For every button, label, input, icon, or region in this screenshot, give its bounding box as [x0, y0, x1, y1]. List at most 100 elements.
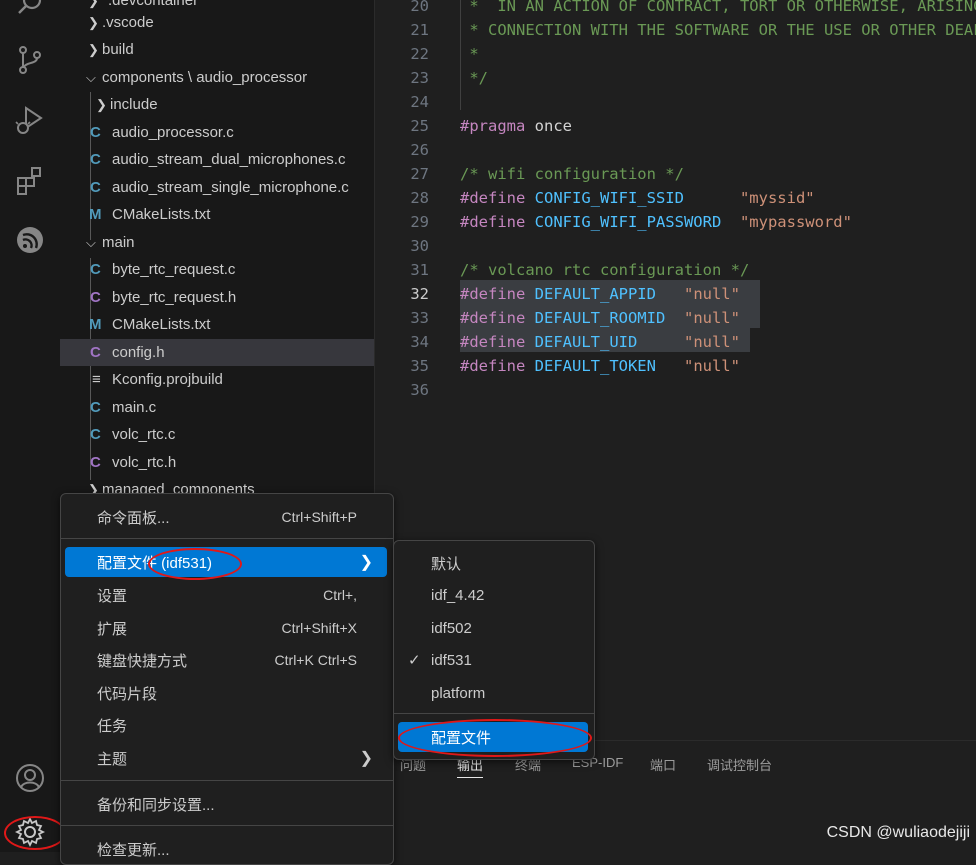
- chevron-down-icon: ⌵: [86, 69, 96, 85]
- code-keyword: #define: [460, 285, 526, 303]
- code-line: 34 #define DEFAULT_UID "null": [375, 330, 976, 354]
- menu-item-label: 命令面板...: [97, 509, 170, 527]
- menu-item-check-updates[interactable]: 检查更新...: [65, 834, 387, 864]
- tree-file[interactable]: Cvolc_rtc.c: [60, 421, 374, 448]
- code-text: once: [525, 117, 572, 135]
- menu-item-label: 主题: [97, 750, 128, 768]
- code-identifier: DEFAULT_ROOMID: [525, 309, 666, 327]
- panel-tab-debug-console[interactable]: 调试控制台: [707, 755, 772, 774]
- tree-file[interactable]: Cbyte_rtc_request.h: [60, 284, 374, 311]
- menu-item-profiles-editor[interactable]: 配置文件: [398, 722, 588, 752]
- tree-file[interactable]: M CMakeLists.txt: [60, 201, 374, 228]
- code-line: 20 * IN AN ACTION OF CONTRACT, TORT OR O…: [375, 0, 976, 18]
- menu-item-keyboard-shortcuts[interactable]: 键盘快捷方式 Ctrl+K Ctrl+S: [65, 645, 387, 675]
- profile-item-idf-442[interactable]: idf_4.42: [398, 580, 588, 610]
- menu-separator: [61, 780, 393, 781]
- menu-item-label: 配置文件 (idf531): [97, 554, 213, 572]
- tree-folder-include[interactable]: ❯ include: [60, 91, 374, 118]
- tree-file[interactable]: Cbyte_rtc_request.c: [60, 256, 374, 283]
- c-file-icon: C: [90, 151, 101, 168]
- tree-label: audio_processor.c: [112, 124, 234, 141]
- line-number: 29: [410, 213, 429, 231]
- tree-folder-components[interactable]: ⌵ components \ audio_processor: [60, 64, 374, 91]
- code-text: *: [460, 45, 479, 63]
- menu-item-settings[interactable]: 设置 Ctrl+,: [65, 580, 387, 610]
- code-line: 21 * CONNECTION WITH THE SOFTWARE OR THE…: [375, 18, 976, 42]
- line-number: 27: [410, 165, 429, 183]
- esp-idf-icon[interactable]: [12, 222, 48, 258]
- c-file-icon: C: [90, 261, 101, 278]
- c-file-icon: C: [90, 399, 101, 416]
- tree-file[interactable]: Caudio_processor.c: [60, 119, 374, 146]
- code-identifier: DEFAULT_TOKEN: [525, 357, 656, 375]
- menu-item-tasks[interactable]: 任务: [65, 710, 387, 740]
- code-line: 22 *: [375, 42, 976, 66]
- account-icon[interactable]: [12, 760, 48, 796]
- tree-label: include: [110, 96, 158, 113]
- menu-item-label: 键盘快捷方式: [97, 652, 188, 670]
- tree-label: CMakeLists.txt: [112, 206, 211, 223]
- code-comment: /* volcano rtc configuration */: [460, 261, 750, 279]
- manage-menu: 命令面板... Ctrl+Shift+P 配置文件 (idf531) ❯ 设置 Ctr…: [60, 493, 394, 865]
- tree-label: build: [102, 41, 134, 58]
- search-icon[interactable]: [12, 0, 48, 22]
- chevron-right-icon: ❯: [359, 750, 373, 767]
- tree-label: CMakeLists.txt: [112, 316, 211, 333]
- code-keyword: #define: [460, 309, 526, 327]
- menu-item-label: idf531: [431, 651, 472, 669]
- chevron-right-icon: ❯: [88, 41, 99, 57]
- menu-item-extensions[interactable]: 扩展 Ctrl+Shift+X: [65, 613, 387, 643]
- tree-file[interactable]: Caudio_stream_single_microphone.c: [60, 174, 374, 201]
- menu-item-snippets[interactable]: 代码片段: [65, 678, 387, 708]
- profiles-submenu: 默认 idf_4.42 idf502 ✓ idf531 platform 配置文件: [393, 540, 595, 760]
- menu-item-themes[interactable]: 主题 ❯: [65, 743, 387, 773]
- tree-file[interactable]: Caudio_stream_dual_microphones.c: [60, 146, 374, 173]
- line-number: 31: [410, 261, 429, 279]
- run-debug-icon[interactable]: [12, 102, 48, 138]
- tree-label: audio_stream_single_microphone.c: [112, 179, 349, 196]
- menu-item-label: 设置: [97, 587, 128, 605]
- manage-gear-icon[interactable]: [12, 814, 48, 850]
- profile-item-idf531[interactable]: ✓ idf531: [398, 645, 588, 675]
- line-number: 35: [410, 357, 429, 375]
- profile-item-idf502[interactable]: idf502: [398, 613, 588, 643]
- code-text: * IN AN ACTION OF CONTRACT, TORT OR OTHE…: [460, 0, 976, 15]
- tree-file[interactable]: M CMakeLists.txt: [60, 311, 374, 338]
- tree-file[interactable]: ≡ Kconfig.projbuild: [60, 366, 374, 393]
- tree-file[interactable]: Cmain.c: [60, 394, 374, 421]
- tree-folder-vscode[interactable]: ❯ .vscode: [60, 9, 374, 36]
- panel-tab-ports[interactable]: 端口: [650, 755, 676, 774]
- tree-folder-build[interactable]: ❯ build: [60, 36, 374, 63]
- c-file-icon: C: [90, 179, 101, 196]
- code-string: "myssid": [739, 189, 815, 207]
- code-line: 29 #define CONFIG_WIFI_PASSWORD "mypasswo…: [375, 210, 976, 234]
- menu-item-command-palette[interactable]: 命令面板... Ctrl+Shift+P: [65, 502, 387, 532]
- c-file-icon: C: [90, 124, 101, 141]
- source-control-icon[interactable]: [12, 42, 48, 78]
- line-number: 36: [410, 381, 429, 399]
- code-string: "null": [683, 357, 740, 375]
- tree-label: components \ audio_processor: [102, 69, 308, 86]
- code-string: "null": [683, 333, 740, 351]
- menu-separator: [394, 713, 594, 714]
- code-line: 35 #define DEFAULT_TOKEN "null": [375, 354, 976, 378]
- menu-item-label: platform: [431, 684, 486, 702]
- c-file-icon: C: [90, 426, 101, 443]
- menu-item-backup-sync[interactable]: 备份和同步设置...: [65, 789, 387, 819]
- tree-file-selected[interactable]: Cconfig.h: [60, 339, 374, 366]
- menu-item-profiles[interactable]: 配置文件 (idf531) ❯: [65, 547, 387, 577]
- menu-item-shortcut: Ctrl+Shift+P: [281, 509, 357, 525]
- profile-item-platform[interactable]: platform: [398, 678, 588, 708]
- code-line-active: 32 #define DEFAULT_APPID "null": [375, 282, 976, 306]
- extensions-icon[interactable]: [12, 162, 48, 198]
- code-identifier: DEFAULT_APPID: [525, 285, 656, 303]
- profile-item-default[interactable]: 默认: [398, 548, 588, 578]
- code-string: "mypassword": [739, 213, 852, 231]
- code-line: 23 */: [375, 66, 976, 90]
- tree-file[interactable]: Cvolc_rtc.h: [60, 449, 374, 476]
- menu-item-shortcut: Ctrl+,: [323, 587, 357, 603]
- menu-item-label: idf502: [431, 619, 472, 637]
- tree-folder-main[interactable]: ⌵ main: [60, 229, 374, 256]
